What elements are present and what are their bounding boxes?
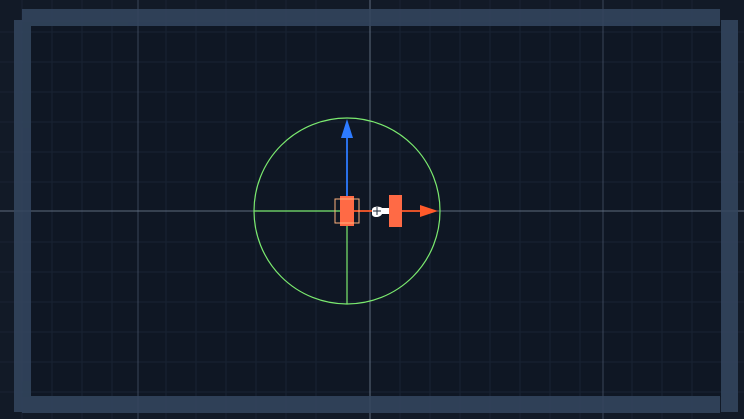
scene-shade (22, 22, 722, 397)
x-scale-handle[interactable] (389, 195, 402, 227)
scene-canvas[interactable] (0, 0, 744, 419)
scene-viewport[interactable] (0, 0, 744, 419)
selected-object-handle[interactable] (340, 196, 354, 226)
